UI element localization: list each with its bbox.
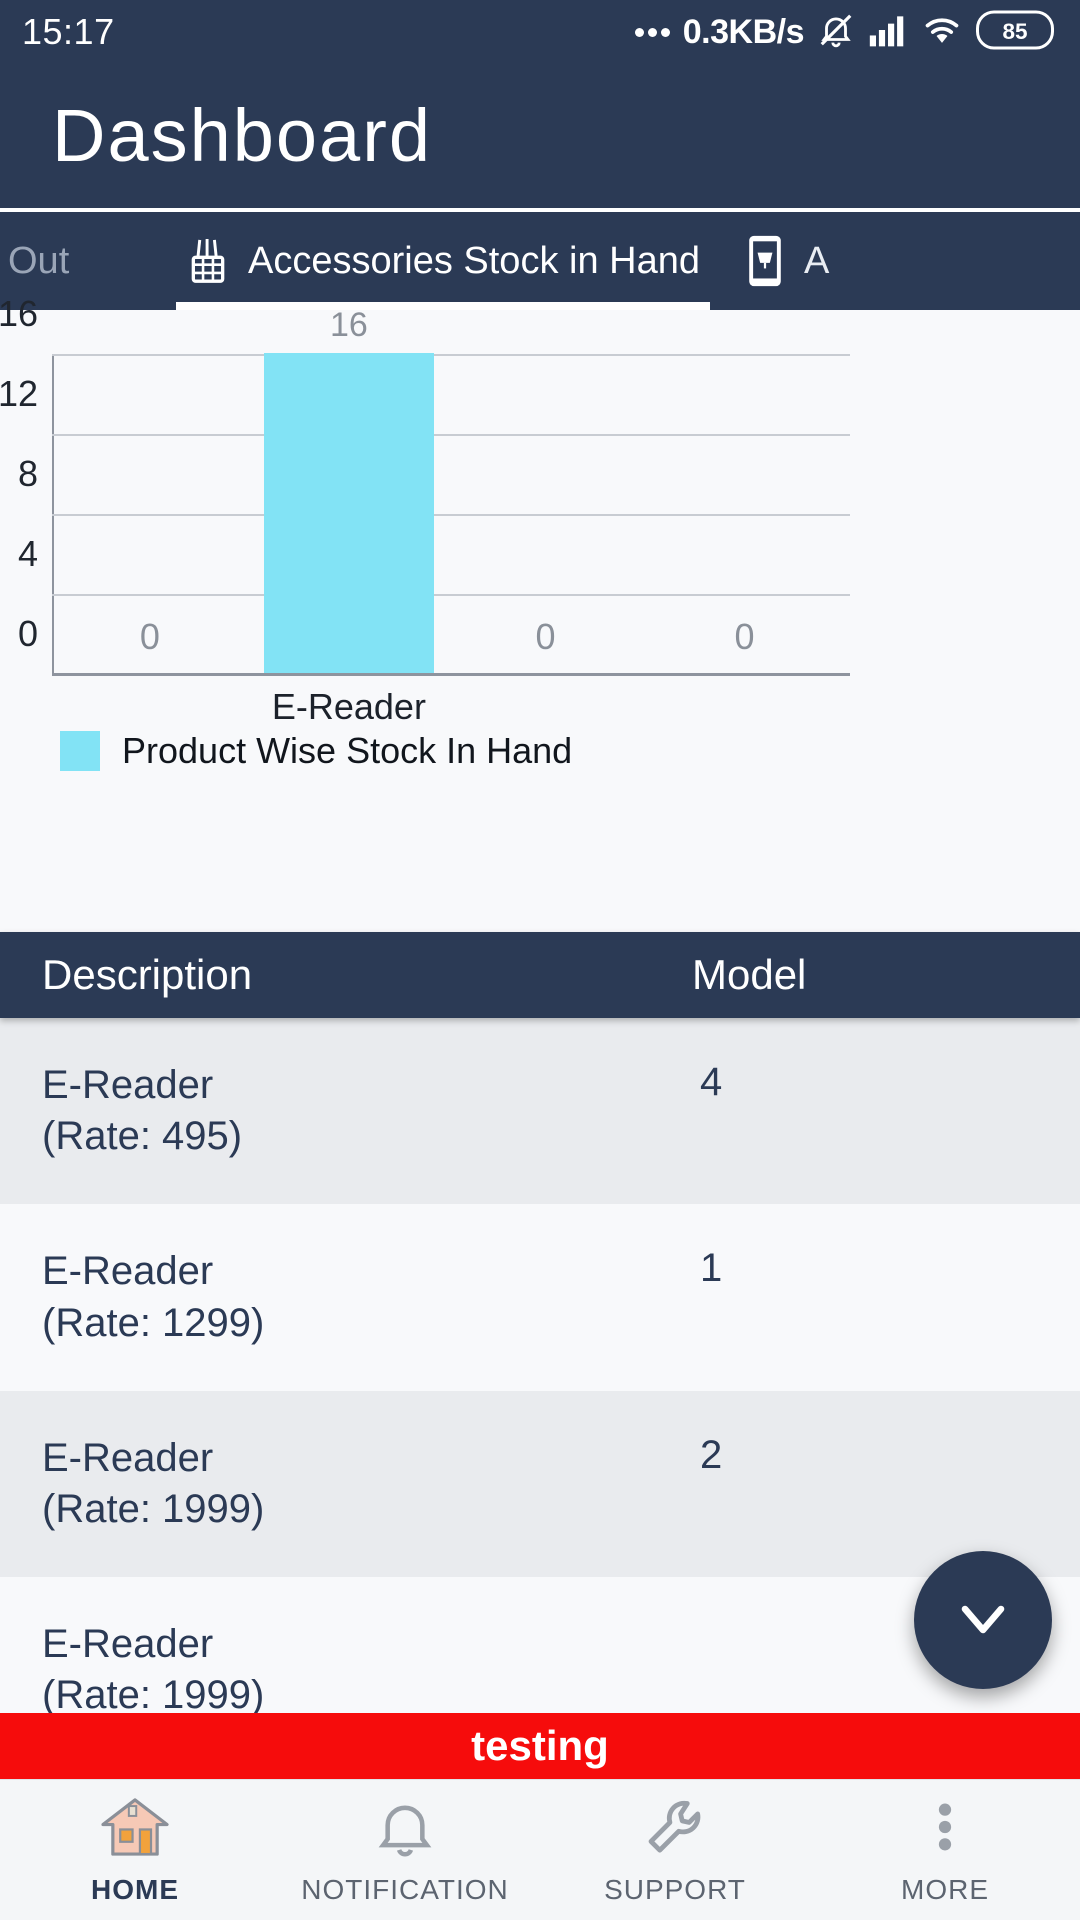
nav-label-home: HOME: [91, 1873, 179, 1905]
tab-bar[interactable]: Out Accessories Stock in Hand A: [0, 212, 1080, 310]
status-time: 15:17: [22, 11, 115, 52]
tab-out-label: Out: [8, 239, 70, 282]
gridline-8: [52, 514, 850, 516]
wrench-icon: [643, 1795, 707, 1864]
column-header-model: Model: [692, 951, 807, 998]
table-body[interactable]: E-Reader (Rate: 495) 4 E-Reader (Rate: 1…: [0, 1018, 1080, 1713]
legend-swatch-stock-in-hand: [60, 731, 100, 771]
svg-text:85: 85: [1002, 19, 1027, 44]
app-bar: Dashboard: [0, 64, 1080, 212]
bottom-navigation[interactable]: HOME NOTIFICATION SUPPORT MORE: [0, 1779, 1080, 1920]
home-icon: [98, 1795, 172, 1864]
cell-model: 2: [700, 1432, 723, 1477]
y-tick-0: 0: [17, 613, 38, 654]
cell-description: E-Reader (Rate: 1299): [42, 1246, 682, 1348]
gridline-4: [52, 594, 850, 596]
page-title: Dashboard: [52, 94, 433, 177]
y-tick-4: 4: [17, 533, 38, 574]
nav-item-home[interactable]: HOME: [0, 1795, 270, 1906]
cell-description: E-Reader (Rate: 1999): [42, 1433, 682, 1535]
tab-mobile-accessories[interactable]: A: [710, 212, 1080, 310]
ad-banner-text: testing: [471, 1722, 609, 1769]
nav-label-support: SUPPORT: [604, 1873, 746, 1905]
x-axis-label-e-reader: E-Reader: [271, 686, 426, 727]
table-row[interactable]: E-Reader (Rate: 1299) 1: [0, 1204, 1080, 1391]
nav-label-notification: NOTIFICATION: [301, 1873, 509, 1905]
status-bar: 15:17 0.3KB/s 85: [0, 0, 1080, 64]
cell-description-rate: (Rate: 1999): [42, 1673, 265, 1713]
column-header-description: Description: [42, 951, 253, 998]
chart-card: 16 12 8 4 0 16 0 0 0 E-Reader Product Wi…: [0, 293, 1080, 932]
bar-e-reader[interactable]: [263, 353, 435, 673]
ad-banner[interactable]: testing: [0, 1713, 1080, 1779]
cell-description: E-Reader (Rate: 495): [42, 1060, 682, 1162]
chart-legend: Product Wise Stock In Hand: [60, 730, 572, 772]
cell-model: 4: [700, 1060, 723, 1104]
pen-holder-icon: [186, 237, 230, 285]
chevron-down-icon: [947, 1582, 1019, 1659]
app-screen: 15:17 0.3KB/s 85 Dashboard Out Accessori…: [0, 0, 1080, 1920]
bar-chart: 16 12 8 4 0 16 0 0 0 E-Reader: [0, 293, 850, 727]
cell-description-name: E-Reader: [42, 1622, 214, 1667]
y-tick-16: 16: [0, 293, 38, 334]
y-tick-12: 12: [0, 373, 38, 414]
cell-description-rate: (Rate: 1999): [42, 1486, 265, 1531]
signal-bars-icon: [868, 13, 908, 52]
battery-icon: 85: [976, 10, 1054, 55]
cell-description-name: E-Reader: [42, 1063, 214, 1107]
bell-muted-icon: [817, 11, 855, 54]
x-axis: [52, 673, 850, 676]
wifi-icon: [921, 13, 963, 52]
cell-description-name: E-Reader: [42, 1435, 214, 1480]
more-vertical-icon: [913, 1795, 977, 1864]
table-row[interactable]: E-Reader (Rate: 495) 4: [0, 1018, 1080, 1205]
cell-description-rate: (Rate: 1299): [42, 1300, 265, 1345]
y-tick-8: 8: [17, 453, 38, 494]
cell-model: 1: [700, 1246, 723, 1291]
nav-label-more: MORE: [901, 1873, 989, 1905]
nav-item-support[interactable]: SUPPORT: [540, 1795, 810, 1906]
tab-mobile-label: A: [804, 239, 830, 282]
tab-accessories-label: Accessories Stock in Hand: [248, 239, 700, 282]
bar-value-label-0-a: 0: [139, 616, 160, 657]
bar-value-label-0-b: 0: [535, 616, 556, 657]
table-row[interactable]: E-Reader (Rate: 1999) 2: [0, 1390, 1080, 1578]
tab-accessories-stock-in-hand[interactable]: Accessories Stock in Hand: [176, 212, 710, 310]
legend-label-stock-in-hand: Product Wise Stock In Hand: [122, 730, 573, 771]
plot-area: 16 12 8 4 0 16 0 0 0 E-Reader: [0, 293, 850, 727]
gridline-12: [52, 434, 850, 436]
network-speed-label: 0.3KB/s: [682, 12, 805, 51]
three-dots-icon: [634, 27, 670, 37]
bar-value-label-0-c: 0: [734, 616, 755, 657]
bell-icon: [373, 1795, 437, 1864]
cell-description: E-Reader (Rate: 1999): [42, 1619, 682, 1713]
status-icons: 0.3KB/s 85: [634, 10, 1054, 55]
nav-item-notification[interactable]: NOTIFICATION: [270, 1795, 540, 1906]
scroll-down-fab[interactable]: [914, 1551, 1052, 1689]
cell-description-name: E-Reader: [42, 1249, 214, 1294]
cell-description-rate: (Rate: 495): [42, 1114, 243, 1159]
mobile-phone-icon: [748, 235, 782, 287]
gridline-16: [52, 354, 850, 356]
table-header: Description Model: [0, 932, 1080, 1018]
bar-value-label-e-reader: 16: [329, 306, 368, 344]
y-axis: [52, 356, 54, 676]
nav-item-more[interactable]: MORE: [810, 1795, 1080, 1906]
